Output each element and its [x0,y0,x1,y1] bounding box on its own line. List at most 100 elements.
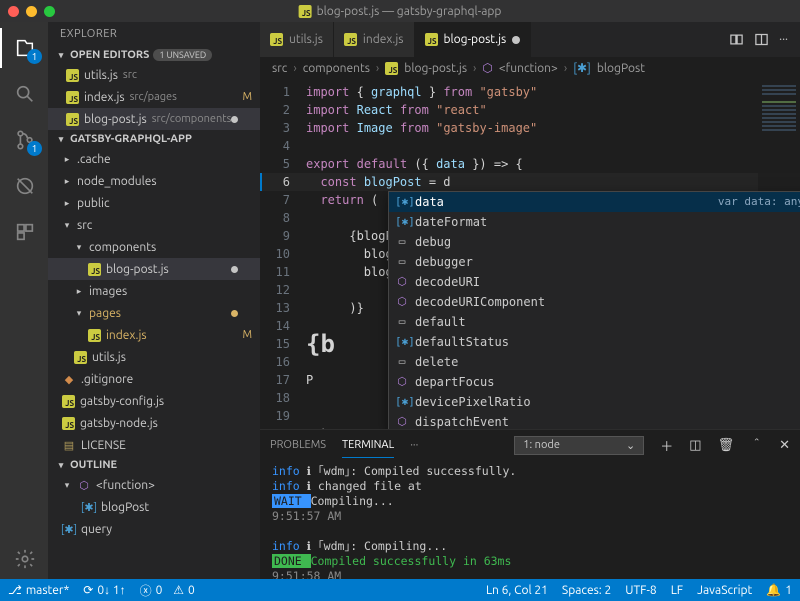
js-file-icon: JS [88,263,101,276]
git-file-icon: ◆ [62,373,76,386]
js-file-icon: JS [62,395,75,408]
search-icon[interactable] [0,74,48,114]
outline-query[interactable]: [✱]query [48,518,260,540]
variable-icon: [✱] [82,501,96,514]
suggest-item[interactable]: ⬡departFocus [389,372,800,392]
git-branch[interactable]: ⎇master* [8,583,69,597]
eol[interactable]: LF [671,584,683,597]
var-icon: [✱] [395,333,409,351]
folder-images[interactable]: ▸images [48,280,260,302]
close-panel-icon[interactable]: ✕ [779,438,790,453]
panel-tabs: PROBLEMS TERMINAL ··· 1: node⌄ ＋ ◫ 🗑 ＾ ✕ [260,430,800,460]
var-icon: [✱] [395,213,409,231]
open-editor-item[interactable]: JSblog-post.js src/components [48,108,260,130]
suggest-item[interactable]: [✱]dateFormat [389,212,800,232]
variable-icon: [✱] [573,61,591,75]
window-title: JS blog-post.js — gatsby-graphql-app [299,5,502,18]
suggest-item[interactable]: ▭debug [389,232,800,252]
notifications[interactable]: 🔔1 [766,583,792,597]
modified-dot-icon [231,266,238,273]
folder-public[interactable]: ▸public [48,192,260,214]
file-license[interactable]: ▤LICENSE [48,434,260,456]
suggest-item[interactable]: [✱]devicePixelRatio [389,392,800,412]
suggest-item[interactable]: ▭debugger [389,252,800,272]
new-terminal-icon[interactable]: ＋ [660,436,673,455]
outline-blogpost[interactable]: [✱]blogPost [48,496,260,518]
intellisense-suggest[interactable]: [✱]datavar data: any i[✱]dateFormat▭debu… [388,191,800,429]
folder-pages[interactable]: ▾pages [48,302,260,324]
zoom-icon[interactable] [44,6,55,17]
file-gitignore[interactable]: ◆.gitignore [48,368,260,390]
maximize-panel-icon[interactable]: ＾ [750,436,763,455]
suggest-item[interactable]: ⬡dispatchEvent [389,412,800,429]
file-index[interactable]: JSindex.jsM [48,324,260,346]
close-icon[interactable] [8,6,19,17]
suggest-item[interactable]: [✱]defaultStatus [389,332,800,352]
file-utils[interactable]: JSutils.js [48,346,260,368]
tab-problems[interactable]: PROBLEMS [270,439,326,451]
indentation[interactable]: Spaces: 2 [562,584,611,597]
kw-icon: ▭ [395,353,409,371]
error-icon: ⓧ [140,582,152,599]
suggest-item[interactable]: ▭default [389,312,800,332]
folder-src[interactable]: ▾src [48,214,260,236]
settings-icon[interactable] [0,539,48,579]
minimize-icon[interactable] [26,6,37,17]
git-modified: M [242,91,252,103]
file-gatsby-config[interactable]: JSgatsby-config.js [48,390,260,412]
editor-tab[interactable]: JSutils.js [260,22,334,57]
explorer-icon[interactable]: 1 [0,28,48,68]
chevron-down-icon: ▾ [56,460,66,471]
encoding[interactable]: UTF-8 [625,584,656,597]
editor-tab[interactable]: JSindex.js [334,22,415,57]
file-blog-post[interactable]: JSblog-post.js [48,258,260,280]
titlebar: JS blog-post.js — gatsby-graphql-app [0,0,800,22]
debug-icon[interactable] [0,166,48,206]
source-control-icon[interactable]: 1 [0,120,48,160]
terminal-select[interactable]: 1: node⌄ [514,436,644,455]
terminal-output[interactable]: info ℹ ｢wdm｣: Compiled successfully.info… [260,460,800,579]
more-icon[interactable]: ··· [779,33,788,46]
window-controls[interactable] [8,6,55,17]
outline-function[interactable]: ▾⬡<function> [48,474,260,496]
open-editor-item[interactable]: JSindex.js src/pagesM [48,86,260,108]
suggest-item[interactable]: [✱]datavar data: any i [389,192,800,212]
folder-components[interactable]: ▾components [48,236,260,258]
chevron-down-icon: ▾ [56,50,66,61]
editor-group: JSutils.jsJSindex.jsJSblog-post.js ··· s… [260,22,800,579]
cursor-position[interactable]: Ln 6, Col 21 [486,584,548,597]
kw-icon: ▭ [395,253,409,271]
outline-header[interactable]: ▾ OUTLINE [48,456,260,474]
status-bar: ⎇master* ⟳0↓ 1↑ ⓧ0 ⚠0 Ln 6, Col 21 Space… [0,579,800,601]
kill-terminal-icon[interactable]: 🗑 [718,438,735,453]
panel: PROBLEMS TERMINAL ··· 1: node⌄ ＋ ◫ 🗑 ＾ ✕… [260,429,800,579]
editor-tab[interactable]: JSblog-post.js [415,22,532,57]
folder-cache[interactable]: ▸.cache [48,148,260,170]
panel-more[interactable]: ··· [410,439,418,451]
split-icon[interactable] [754,32,769,47]
open-editor-item[interactable]: JSutils.js src [48,64,260,86]
suggest-item[interactable]: ⬡decodeURIComponent [389,292,800,312]
code-editor[interactable]: 1234567891011121314151617181920 import {… [260,79,800,429]
tab-terminal[interactable]: TERMINAL [342,439,394,458]
project-header[interactable]: ▾ GATSBY-GRAPHQL-APP [48,130,260,148]
compare-icon[interactable] [729,32,744,47]
split-terminal-icon[interactable]: ◫ [689,438,701,453]
js-file-icon: JS [344,33,357,46]
git-sync[interactable]: ⟳0↓ 1↑ [83,583,125,597]
license-file-icon: ▤ [62,439,76,452]
suggest-item[interactable]: ▭delete [389,352,800,372]
modified-dot-icon [512,36,520,44]
file-gatsby-node[interactable]: JSgatsby-node.js [48,412,260,434]
extensions-icon[interactable] [0,212,48,252]
suggest-item[interactable]: ⬡decodeURI [389,272,800,292]
chevron-down-icon: ▾ [56,134,66,145]
problems-status[interactable]: ⓧ0 ⚠0 [140,582,195,599]
js-file-icon: JS [270,33,283,46]
language-mode[interactable]: JavaScript [697,584,752,597]
breadcrumbs[interactable]: src› components› JSblog-post.js› ⬡<funct… [260,57,800,79]
sidebar: EXPLORER ▾ OPEN EDITORS 1 UNSAVED JSutil… [48,22,260,579]
open-editors-header[interactable]: ▾ OPEN EDITORS 1 UNSAVED [48,46,260,64]
sidebar-title: EXPLORER [48,22,260,46]
folder-node-modules[interactable]: ▸node_modules [48,170,260,192]
